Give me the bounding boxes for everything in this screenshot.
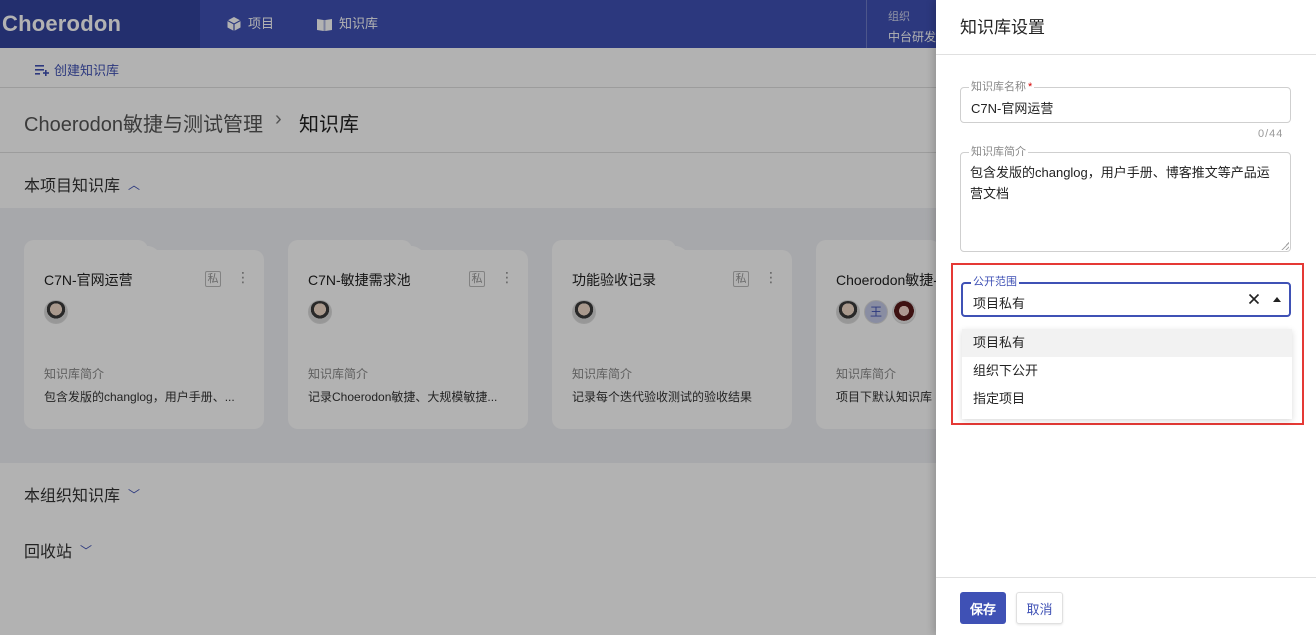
- scope-option-project-private[interactable]: 项目私有: [962, 329, 1292, 357]
- name-field-label: 知识库名称: [971, 81, 1026, 93]
- scope-select[interactable]: 公开范围 项目私有: [961, 275, 1291, 317]
- drawer-title: 知识库设置: [936, 0, 1316, 55]
- scope-field-label: 公开范围: [971, 275, 1019, 289]
- char-counter: 0/44: [1258, 128, 1284, 140]
- scope-option-specified-projects[interactable]: 指定项目: [962, 385, 1292, 413]
- save-button[interactable]: 保存: [960, 592, 1006, 624]
- description-textarea[interactable]: 包含发版的changlog，用户手册、博客推文等产品运营文档: [970, 162, 1282, 240]
- name-field[interactable]: 知识库名称 * C7N-官网运营: [960, 80, 1291, 123]
- resize-handle[interactable]: [1281, 242, 1289, 250]
- close-icon[interactable]: [1246, 291, 1262, 307]
- scope-field-value: 项目私有: [973, 296, 1026, 311]
- name-field-value: C7N-官网运营: [971, 101, 1054, 116]
- modal-backdrop[interactable]: [0, 0, 936, 635]
- scope-dropdown: 项目私有 组织下公开 指定项目: [962, 329, 1292, 419]
- required-marker: *: [1028, 81, 1033, 93]
- scope-option-org-public[interactable]: 组织下公开: [962, 357, 1292, 385]
- drawer-footer: 保存 取消: [936, 577, 1316, 635]
- description-field-label: 知识库简介: [969, 145, 1028, 159]
- description-field[interactable]: 知识库简介 包含发版的changlog，用户手册、博客推文等产品运营文档: [960, 145, 1291, 252]
- cancel-button[interactable]: 取消: [1016, 592, 1063, 624]
- caret-up-icon[interactable]: [1273, 297, 1281, 302]
